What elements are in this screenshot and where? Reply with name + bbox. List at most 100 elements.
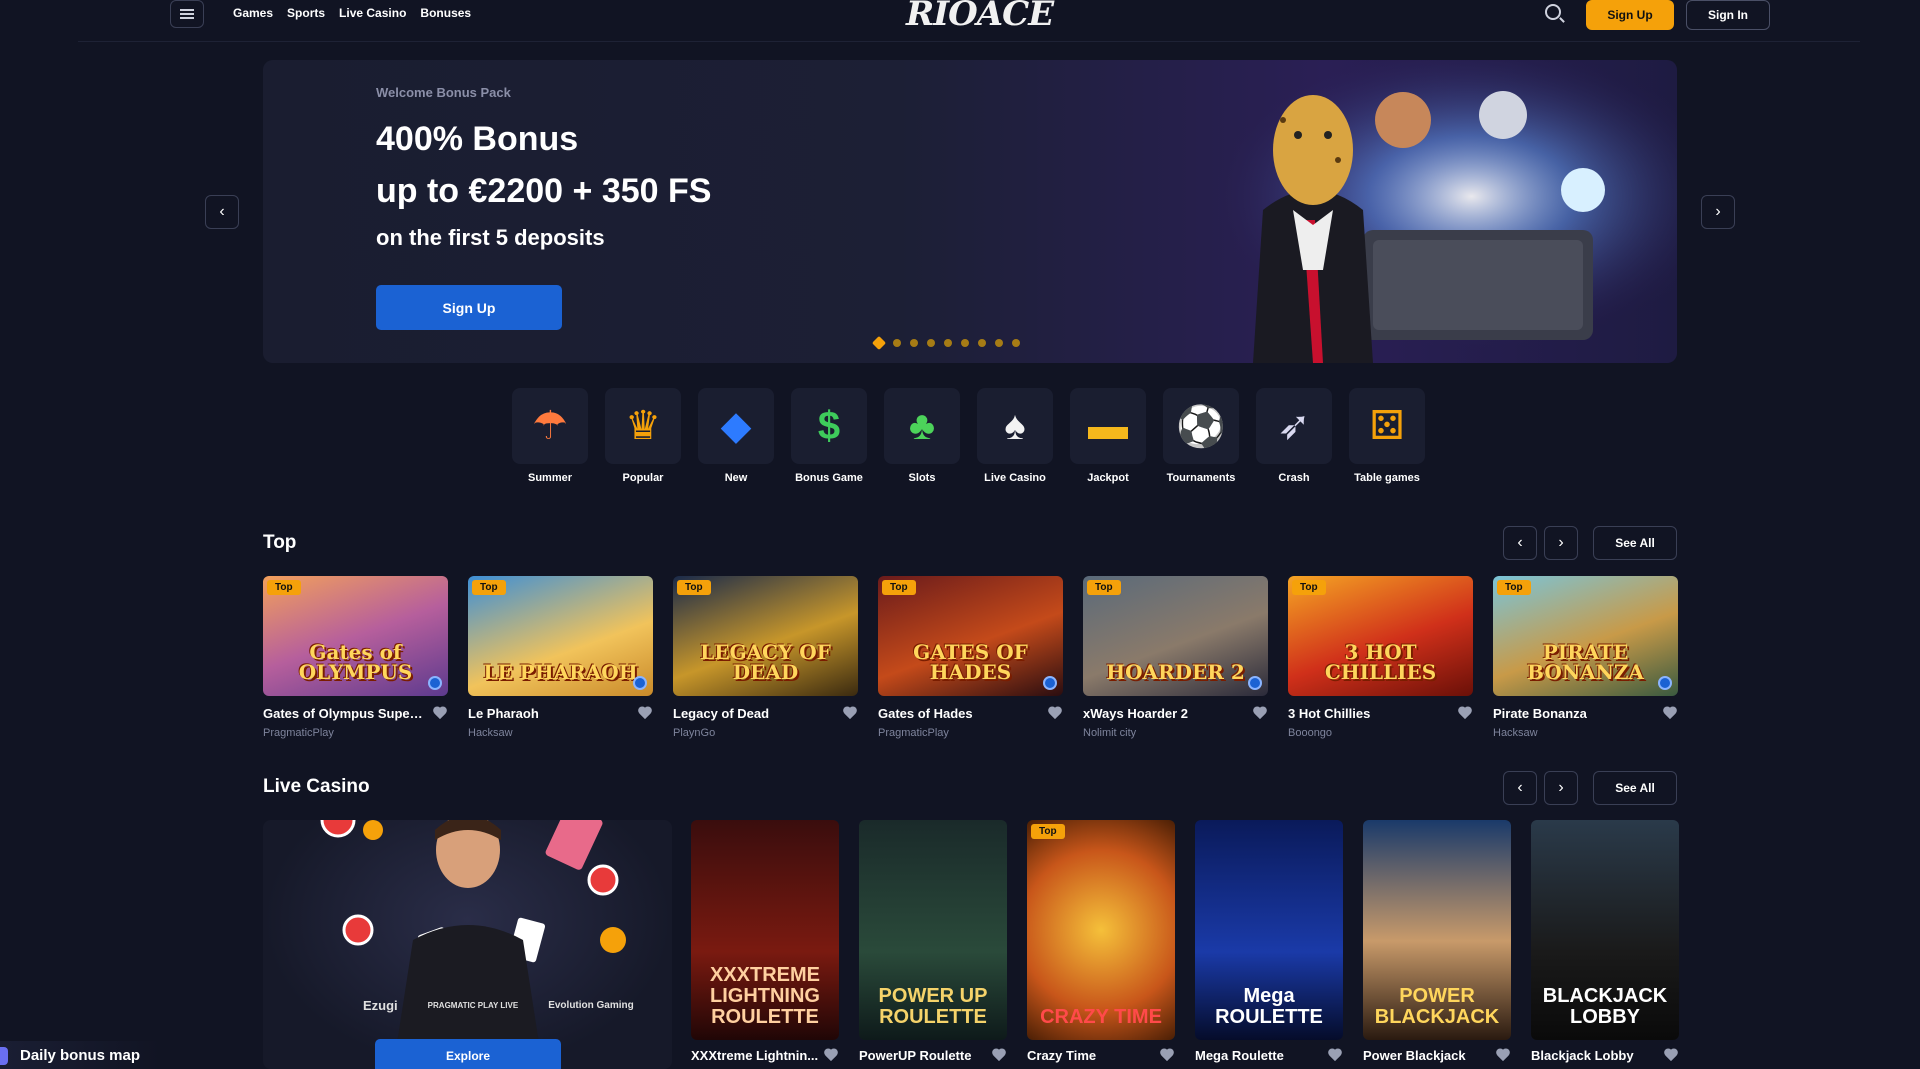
hero-next-button[interactable]: › — [1701, 195, 1735, 229]
game-thumbnail[interactable]: LEGACY OF DEAD Top — [673, 576, 858, 696]
live-game-thumbnail[interactable]: POWER UP ROULETTE — [859, 820, 1007, 1040]
live-game-card[interactable]: CRAZY TIME Top Crazy Time — [1027, 820, 1175, 1063]
game-info-row: Le Pharaoh — [468, 706, 653, 721]
signup-button[interactable]: Sign Up — [1586, 0, 1674, 30]
live-game-card[interactable]: POWER BLACKJACK Power Blackjack — [1363, 820, 1511, 1063]
game-provider: Booongo — [1288, 727, 1333, 739]
hero-prev-button[interactable]: ‹ — [205, 195, 239, 229]
live-game-card[interactable]: XXXTREME LIGHTNING ROULETTE XXXtreme Ligh… — [691, 820, 839, 1063]
game-card[interactable]: LE PHARAOH Top Le Pharaoh Hacksaw — [468, 576, 653, 739]
live-game-thumbnail[interactable]: XXXTREME LIGHTNING ROULETTE — [691, 820, 839, 1040]
live-game-info-row: Mega Roulette — [1195, 1048, 1343, 1063]
live-games-row: XXXTREME LIGHTNING ROULETTE XXXtreme Ligh… — [691, 820, 1679, 1063]
favorite-heart-icon[interactable] — [1457, 707, 1473, 721]
category-jackpot[interactable]: ▬ Jackpot — [1070, 388, 1146, 484]
favorite-heart-icon[interactable] — [637, 707, 653, 721]
live-see-all-button[interactable]: See All — [1593, 771, 1677, 805]
hero-slide-dot[interactable] — [910, 339, 918, 347]
nav-games[interactable]: Games — [233, 6, 273, 20]
live-next-button[interactable]: › — [1544, 771, 1578, 805]
site-logo[interactable]: RIOACE — [906, 0, 1054, 34]
favorite-heart-icon[interactable] — [1663, 1049, 1679, 1063]
top-see-all-button[interactable]: See All — [1593, 526, 1677, 560]
menu-button[interactable] — [170, 0, 204, 28]
live-prev-button[interactable]: ‹ — [1503, 771, 1537, 805]
game-thumbnail[interactable]: HOARDER 2 Top — [1083, 576, 1268, 696]
signin-button[interactable]: Sign In — [1686, 0, 1770, 30]
hero-slide-dot[interactable] — [944, 339, 952, 347]
favorite-heart-icon[interactable] — [1662, 707, 1678, 721]
hero-slide-dot[interactable] — [871, 335, 887, 351]
game-info-row: Gates of Olympus Super... — [263, 706, 448, 721]
daily-bonus-map-button[interactable]: Daily bonus map — [0, 1041, 160, 1069]
category-summer[interactable]: ☂ Summer — [512, 388, 588, 484]
game-thumbnail[interactable]: PIRATE BONANZA Top — [1493, 576, 1678, 696]
live-game-info-row: PowerUP Roulette — [859, 1048, 1007, 1063]
game-art-title: LEGACY OF DEAD — [700, 640, 831, 684]
game-name: Le Pharaoh — [468, 706, 539, 721]
live-game-thumbnail[interactable]: Mega ROULETTE — [1195, 820, 1343, 1040]
game-provider: Hacksaw — [1493, 727, 1538, 739]
live-game-thumbnail[interactable]: CRAZY TIME Top — [1027, 820, 1175, 1040]
live-game-card[interactable]: POWER UP ROULETTE PowerUP Roulette — [859, 820, 1007, 1063]
hero-slide-dot[interactable] — [893, 339, 901, 347]
game-card[interactable]: PIRATE BONANZA Top Pirate Bonanza Hacksaw — [1493, 576, 1678, 739]
section-title-top: Top — [263, 532, 297, 553]
game-provider: PragmaticPlay — [878, 727, 949, 739]
category-tile: ⚽ — [1163, 388, 1239, 464]
game-card[interactable]: Gates of OLYMPUS Top Gates of Olympus Supe… — [263, 576, 448, 739]
live-game-thumbnail[interactable]: POWER BLACKJACK — [1363, 820, 1511, 1040]
live-game-thumbnail[interactable]: BLACKJACK LOBBY — [1531, 820, 1679, 1040]
game-thumbnail[interactable]: LE PHARAOH Top — [468, 576, 653, 696]
game-card[interactable]: LEGACY OF DEAD Top Legacy of Dead PlaynGo — [673, 576, 858, 739]
category-popular[interactable]: ♛ Popular — [605, 388, 681, 484]
favorite-heart-icon[interactable] — [842, 707, 858, 721]
favorite-heart-icon[interactable] — [1047, 707, 1063, 721]
hero-leopard-mascot-image — [1163, 60, 1677, 363]
category-slots[interactable]: ♣ Slots — [884, 388, 960, 484]
umbrella-icon: ☂ — [532, 404, 568, 448]
search-icon[interactable] — [1545, 4, 1561, 20]
provider-pragmatic-logo: PRAGMATIC PLAY LIVE — [427, 1001, 519, 1010]
live-game-card[interactable]: BLACKJACK LOBBY Blackjack Lobby — [1531, 820, 1679, 1063]
favorite-heart-icon[interactable] — [823, 1049, 839, 1063]
game-card[interactable]: HOARDER 2 Top xWays Hoarder 2 Nolimit city — [1083, 576, 1268, 739]
explore-button[interactable]: Explore — [375, 1039, 561, 1069]
top-prev-button[interactable]: ‹ — [1503, 526, 1537, 560]
nav-live-casino[interactable]: Live Casino — [339, 6, 406, 20]
game-provider: PlaynGo — [673, 727, 716, 739]
category-crash[interactable]: ➶ Crash — [1256, 388, 1332, 484]
game-card[interactable]: 3 HOT CHILLIES Top 3 Hot Chillies Booongo — [1288, 576, 1473, 739]
top-badge: Top — [472, 580, 506, 595]
category-tournaments[interactable]: ⚽ Tournaments — [1163, 388, 1239, 484]
category-live-casino[interactable]: ♠ Live Casino — [977, 388, 1053, 484]
game-thumbnail[interactable]: Gates of OLYMPUS Top — [263, 576, 448, 696]
favorite-heart-icon[interactable] — [1495, 1049, 1511, 1063]
category-new[interactable]: ◆ New — [698, 388, 774, 484]
hero-slide-dot[interactable] — [978, 339, 986, 347]
hero-signup-button[interactable]: Sign Up — [376, 285, 562, 330]
category-bonus-game[interactable]: $ Bonus Game — [791, 388, 867, 484]
top-next-button[interactable]: › — [1544, 526, 1578, 560]
favorite-heart-icon[interactable] — [1252, 707, 1268, 721]
live-casino-feature-card[interactable]: Ezugi PRAGMATIC PLAY LIVE Evolution Gami… — [263, 820, 672, 1069]
hero-slide-dot[interactable] — [995, 339, 1003, 347]
category-table-games[interactable]: ⚄ Table games — [1349, 388, 1425, 484]
hero-slide-dot[interactable] — [1012, 339, 1020, 347]
nav-bonuses[interactable]: Bonuses — [420, 6, 471, 20]
game-thumbnail[interactable]: 3 HOT CHILLIES Top — [1288, 576, 1473, 696]
hero-slide-dot[interactable] — [927, 339, 935, 347]
hero-slide-dot[interactable] — [961, 339, 969, 347]
favorite-heart-icon[interactable] — [432, 707, 448, 721]
favorite-heart-icon[interactable] — [1159, 1049, 1175, 1063]
game-card[interactable]: GATES OF HADES Top Gates of Hades Pragmatic… — [878, 576, 1063, 739]
live-game-card[interactable]: Mega ROULETTE Mega Roulette — [1195, 820, 1343, 1063]
hero-subheadline: up to €2200 + 350 FS — [376, 172, 712, 210]
game-thumbnail[interactable]: GATES OF HADES Top — [878, 576, 1063, 696]
favorite-heart-icon[interactable] — [991, 1049, 1007, 1063]
nav-sports[interactable]: Sports — [287, 6, 325, 20]
favorite-heart-icon[interactable] — [1327, 1049, 1343, 1063]
live-game-info-row: Blackjack Lobby — [1531, 1048, 1679, 1063]
hero-headline: 400% Bonus — [376, 120, 579, 158]
game-name: 3 Hot Chillies — [1288, 706, 1371, 721]
